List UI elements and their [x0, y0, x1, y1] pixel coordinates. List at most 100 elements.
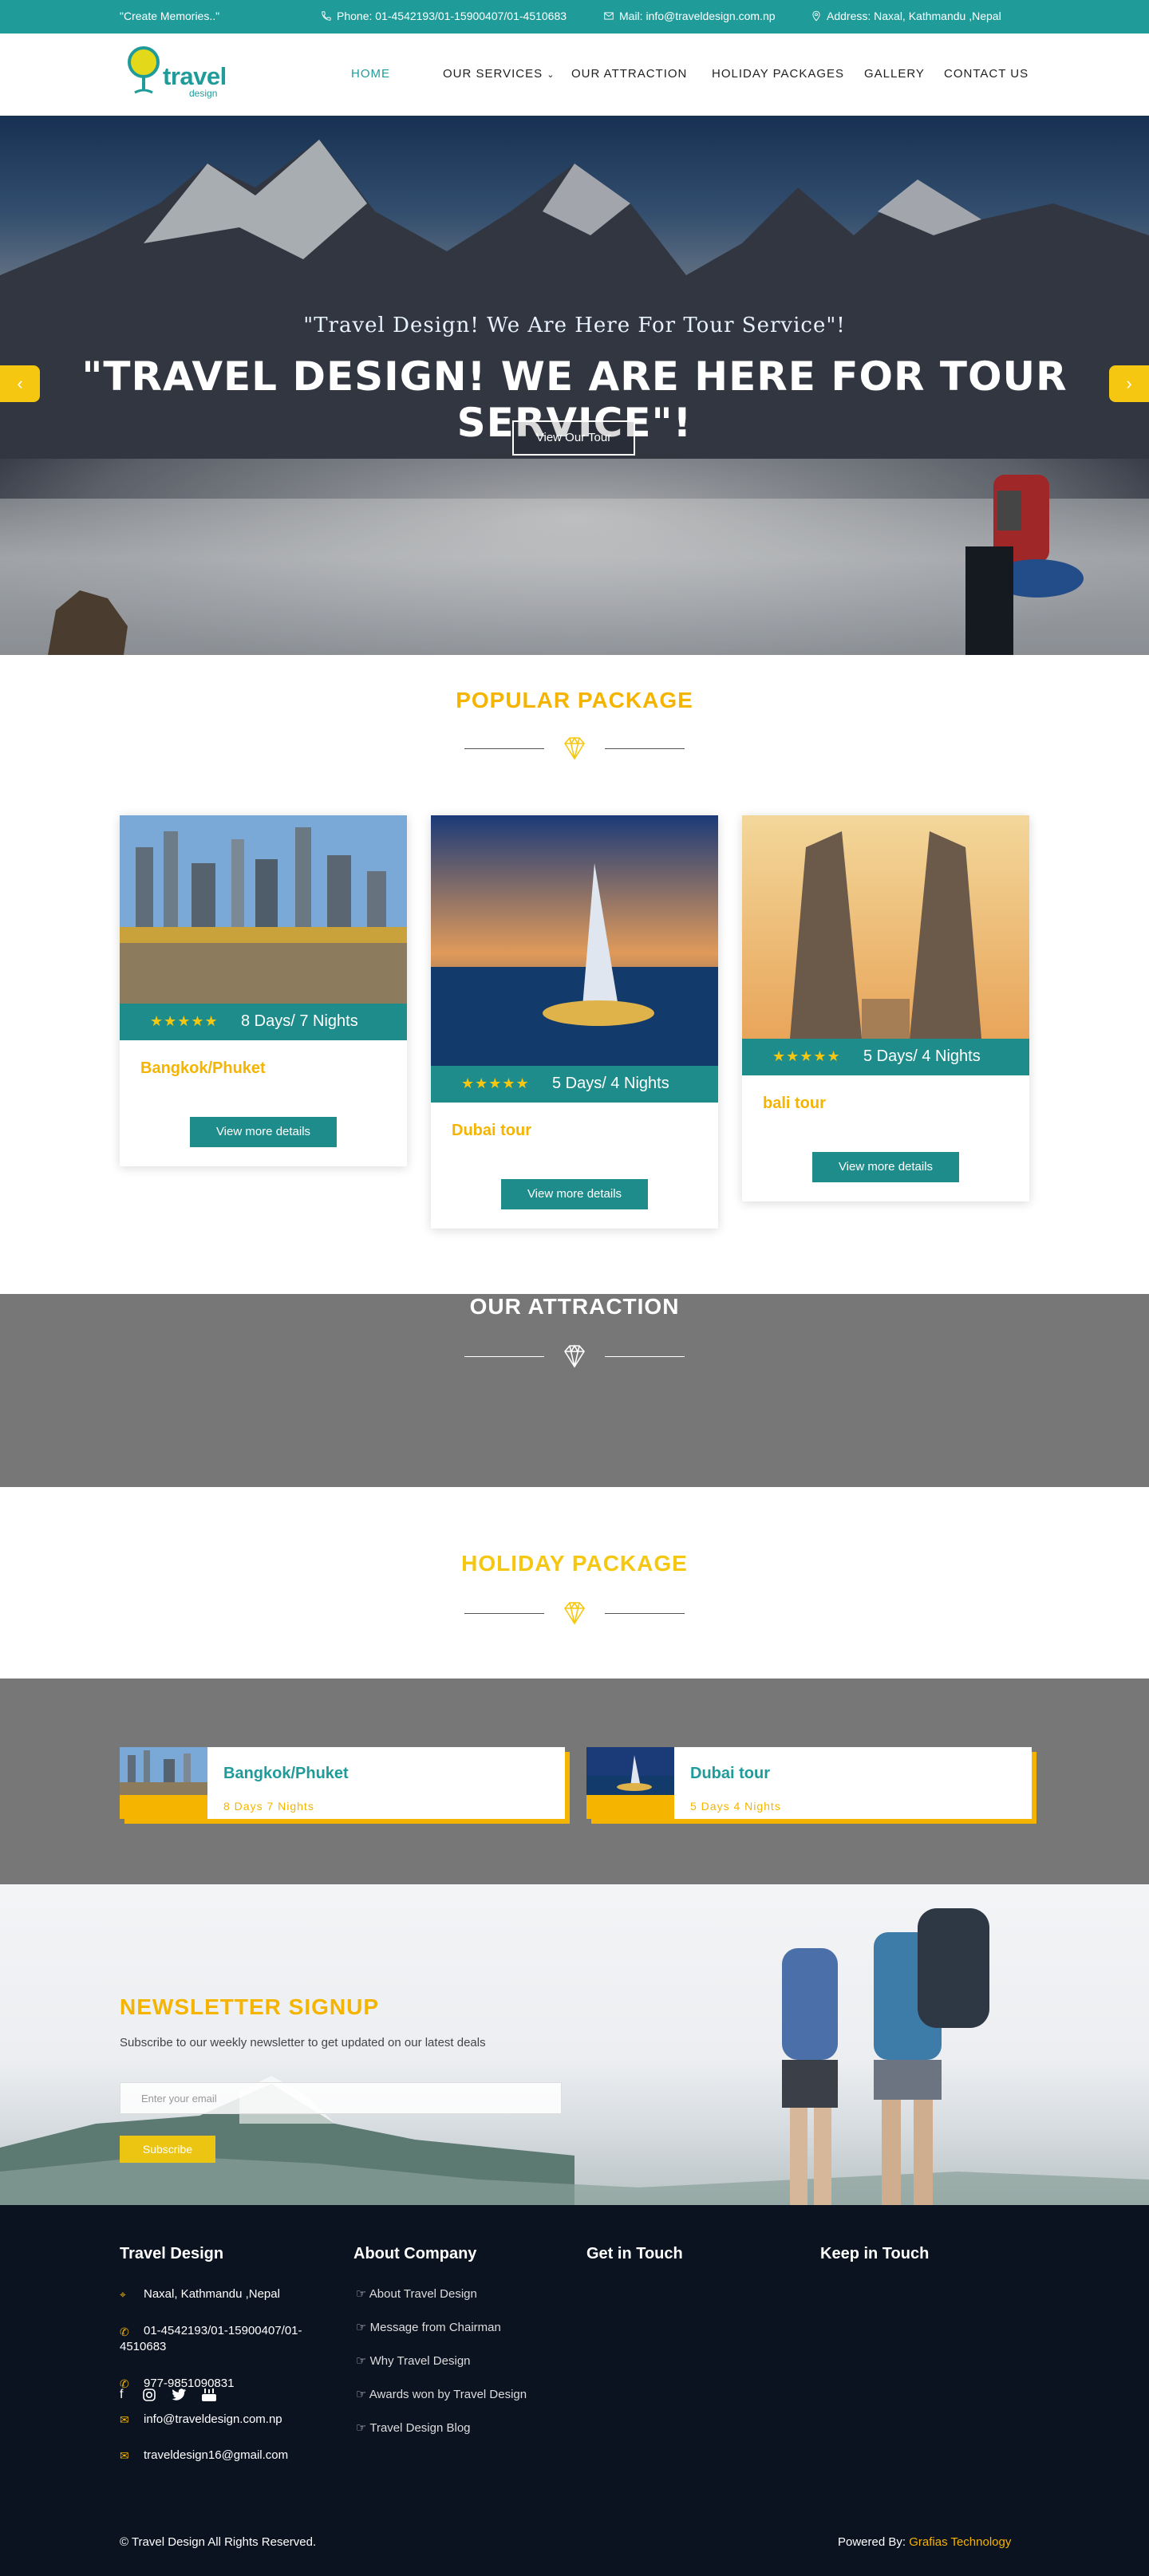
- package-name[interactable]: Dubai tour: [452, 1122, 531, 1140]
- powered-by-brand-link[interactable]: Grafias Technology: [909, 2535, 1011, 2549]
- package-duration-bar: ★★★★★ 8 Days/ 7 Nights: [120, 1004, 407, 1040]
- attraction-section: [0, 1294, 1149, 1487]
- twitter-icon[interactable]: [171, 2388, 187, 2402]
- rating-stars-icon: ★★★★★: [150, 1013, 219, 1029]
- nav-contact-us[interactable]: CONTACT US: [944, 67, 1029, 81]
- footer-link-chairman[interactable]: ☞ Message from Chairman: [356, 2320, 501, 2334]
- footer-link-about[interactable]: ☞ About Travel Design: [356, 2286, 477, 2301]
- thumb-icon: ☞: [356, 2287, 369, 2301]
- nav-home[interactable]: HOME: [351, 67, 390, 81]
- chevron-down-icon: ⌄: [547, 70, 555, 80]
- package-duration: 5 Days/ 4 Nights: [552, 1075, 669, 1092]
- view-more-details-button[interactable]: View more details: [501, 1179, 648, 1209]
- bali-image: [742, 815, 1029, 1039]
- thumb-icon: ☞: [356, 2321, 370, 2334]
- footer-link-awards[interactable]: ☞ Awards won by Travel Design: [356, 2387, 527, 2401]
- address-contact: Address: Naxal, Kathmandu ,Nepal: [811, 10, 1001, 22]
- footer-phone: ✆ 01-4542193/01-15900407/01- 4510683: [120, 2324, 302, 2353]
- slider-prev-button[interactable]: ‹: [0, 365, 40, 402]
- newsletter-section: NEWSLETTER SIGNUP Subscribe to our weekl…: [0, 1884, 1149, 2205]
- phone-text: Phone: 01-4542193/01-15900407/01-4510683: [337, 10, 567, 22]
- phone-contact: Phone: 01-4542193/01-15900407/01-4510683: [321, 10, 567, 22]
- mail-text: Mail: info@traveldesign.com.np: [619, 10, 776, 22]
- location-pin-icon: ⌖: [120, 2288, 126, 2301]
- thumb-icon: ☞: [356, 2421, 370, 2435]
- hikers-photo: [782, 1908, 989, 2205]
- thumb-icon: ☞: [356, 2354, 370, 2368]
- slider-next-button[interactable]: ›: [1109, 365, 1149, 402]
- instagram-icon[interactable]: [142, 2388, 156, 2402]
- package-duration: 5 Days/ 4 Nights: [863, 1047, 981, 1065]
- view-more-details-button[interactable]: View more details: [812, 1152, 959, 1182]
- package-card[interactable]: ★★★★★ 8 Days/ 7 Nights Bangkok/Phuket Vi…: [120, 815, 407, 1166]
- youtube-icon[interactable]: [201, 2388, 217, 2402]
- powered-by: Powered By: Grafias Technology: [838, 2535, 1012, 2549]
- thumb-icon: ☞: [356, 2388, 369, 2401]
- nav-our-services-label: OUR SERVICES: [443, 67, 543, 81]
- dubai-thumbnail: [586, 1747, 674, 1795]
- nav-our-attraction[interactable]: OUR ATTRACTION: [571, 67, 687, 81]
- view-more-details-button[interactable]: View more details: [190, 1117, 337, 1147]
- holiday-card-title[interactable]: Dubai tour: [690, 1765, 770, 1783]
- package-card[interactable]: ★★★★★ 5 Days/ 4 Nights bali tour View mo…: [742, 815, 1029, 1201]
- footer-link-blog[interactable]: ☞ Travel Design Blog: [356, 2420, 471, 2435]
- our-attraction-title: OUR ATTRACTION: [469, 1294, 680, 1319]
- package-card[interactable]: ★★★★★ 5 Days/ 4 Nights Dubai tour View m…: [431, 815, 718, 1229]
- chevron-right-icon: ›: [1126, 373, 1132, 393]
- nav-our-services[interactable]: OUR SERVICES ⌄: [443, 67, 555, 81]
- section-divider: [464, 1599, 685, 1627]
- dubai-image: [431, 815, 718, 1066]
- package-duration: 8 Days/ 7 Nights: [241, 1012, 358, 1030]
- footer-email-1[interactable]: ✉ info@traveldesign.com.np: [120, 2412, 319, 2426]
- hero-slider: "Travel Design! We Are Here For Tour Ser…: [0, 116, 1149, 655]
- top-bar: "Create Memories.." Phone: 01-4542193/01…: [0, 0, 1149, 34]
- newsletter-description: Subscribe to our weekly newsletter to ge…: [120, 2036, 486, 2049]
- diamond-icon: [564, 1344, 585, 1368]
- phone-icon: [322, 11, 331, 21]
- section-divider: [464, 734, 685, 763]
- footer-col-keep-in-touch: Keep in Touch: [820, 2245, 930, 2262]
- email-input[interactable]: Enter your email: [120, 2082, 562, 2114]
- holiday-card-title[interactable]: Bangkok/Phuket: [223, 1765, 349, 1783]
- view-our-tour-button[interactable]: View Our Tour: [512, 420, 635, 456]
- nav-gallery[interactable]: GALLERY: [864, 67, 925, 81]
- mail-contact[interactable]: Mail: info@traveldesign.com.np: [603, 10, 776, 22]
- popular-package-title: POPULAR PACKAGE: [456, 688, 693, 712]
- tagline: "Create Memories..": [120, 10, 220, 22]
- package-duration-bar: ★★★★★ 5 Days/ 4 Nights: [431, 1066, 718, 1103]
- footer-col-travel-design: Travel Design: [120, 2245, 224, 2262]
- address-text: Address: Naxal, Kathmandu ,Nepal: [827, 10, 1001, 22]
- diamond-icon: [564, 736, 585, 760]
- diamond-icon: [564, 1601, 585, 1625]
- footer-col-about-company: About Company: [353, 2245, 477, 2262]
- package-duration-bar: ★★★★★ 5 Days/ 4 Nights: [742, 1039, 1029, 1075]
- package-name[interactable]: Bangkok/Phuket: [140, 1059, 266, 1078]
- section-divider: [464, 1342, 685, 1371]
- footer-address: ⌖ Naxal, Kathmandu ,Nepal: [120, 2287, 280, 2301]
- site-header: travel design HOME OUR SERVICES ⌄ OUR AT…: [0, 34, 1149, 116]
- holiday-card[interactable]: Bangkok/Phuket 8 Days 7 Nights: [120, 1747, 565, 1819]
- copyright-text: © Travel Design All Rights Reserved.: [120, 2535, 317, 2549]
- nav-holiday-packages[interactable]: HOLIDAY PACKAGES: [712, 67, 844, 81]
- holiday-card[interactable]: Dubai tour 5 Days 4 Nights: [586, 1747, 1032, 1819]
- bangkok-image: [120, 815, 407, 1004]
- facebook-icon[interactable]: f: [120, 2388, 123, 2402]
- bangkok-thumbnail: [120, 1747, 207, 1795]
- logo-text: travel: [163, 62, 227, 90]
- rating-stars-icon: ★★★★★: [461, 1075, 530, 1091]
- footer-email-2[interactable]: ✉ traveldesign16@gmail.com: [120, 2448, 319, 2462]
- holiday-card-duration: 8 Days 7 Nights: [223, 1800, 314, 1813]
- subscribe-button[interactable]: Subscribe: [120, 2136, 215, 2163]
- holiday-card-duration: 5 Days 4 Nights: [690, 1800, 781, 1813]
- location-pin-icon: [812, 10, 820, 22]
- holiday-package-title: HOLIDAY PACKAGE: [461, 1551, 688, 1576]
- chevron-left-icon: ‹: [17, 373, 23, 393]
- newsletter-title: NEWSLETTER SIGNUP: [120, 1994, 380, 2019]
- mail-icon: ✉: [120, 2413, 129, 2426]
- mail-icon: ✉: [120, 2449, 129, 2462]
- mail-icon: [604, 12, 614, 20]
- package-name[interactable]: bali tour: [763, 1095, 826, 1113]
- logo-subtext: design: [189, 88, 218, 99]
- footer-link-why[interactable]: ☞ Why Travel Design: [356, 2353, 471, 2368]
- footer-col-get-in-touch: Get in Touch: [586, 2245, 683, 2262]
